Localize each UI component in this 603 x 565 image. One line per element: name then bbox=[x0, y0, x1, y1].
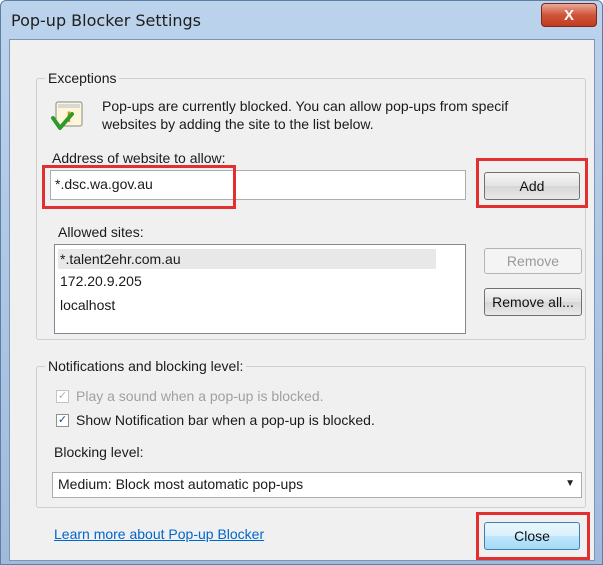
allowed-sites-list[interactable]: *.talent2ehr.com.au 172.20.9.205 localho… bbox=[54, 244, 466, 334]
show-bar-checkbox[interactable]: ✓ bbox=[56, 414, 69, 427]
address-label: Address of website to allow: bbox=[52, 150, 226, 166]
list-item[interactable]: localhost bbox=[58, 295, 115, 315]
exceptions-legend: Exceptions bbox=[45, 70, 120, 86]
shield-warning-icon: ! bbox=[50, 98, 86, 134]
blocking-level-value: Medium: Block most automatic pop-ups bbox=[58, 476, 304, 492]
blocking-level-select[interactable]: Medium: Block most automatic pop-ups ▼ bbox=[52, 472, 582, 498]
notifications-legend: Notifications and blocking level: bbox=[45, 358, 247, 374]
dialog-client-area: Exceptions ! Pop-ups are currently block… bbox=[9, 39, 595, 561]
window-title: Pop-up Blocker Settings bbox=[11, 11, 202, 30]
play-sound-checkbox[interactable]: ✓ bbox=[56, 390, 69, 403]
chevron-down-icon: ▼ bbox=[565, 478, 575, 489]
list-item[interactable]: 172.20.9.205 bbox=[58, 271, 142, 291]
remove-all-button[interactable]: Remove all... bbox=[484, 288, 582, 316]
dialog-window: Pop-up Blocker Settings X Exceptions ! P… bbox=[0, 0, 603, 565]
add-highlight bbox=[476, 158, 588, 208]
allowed-sites-label: Allowed sites: bbox=[58, 224, 144, 240]
address-highlight bbox=[42, 165, 236, 209]
close-window-button[interactable]: X bbox=[541, 3, 597, 27]
title-bar[interactable]: Pop-up Blocker Settings X bbox=[1, 1, 602, 37]
play-sound-label: Play a sound when a pop-up is blocked. bbox=[76, 388, 324, 404]
close-highlight bbox=[476, 512, 590, 560]
blocking-level-label: Blocking level: bbox=[54, 444, 144, 460]
remove-button[interactable]: Remove bbox=[484, 248, 582, 274]
close-icon: X bbox=[563, 6, 574, 24]
show-bar-label: Show Notification bar when a pop-up is b… bbox=[76, 412, 375, 428]
learn-more-link[interactable]: Learn more about Pop-up Blocker bbox=[54, 526, 264, 542]
list-item[interactable]: *.talent2ehr.com.au bbox=[58, 249, 436, 269]
exceptions-info-line2: websites by adding the site to the list … bbox=[102, 116, 374, 132]
exceptions-info-line1: Pop-ups are currently blocked. You can a… bbox=[102, 98, 509, 114]
